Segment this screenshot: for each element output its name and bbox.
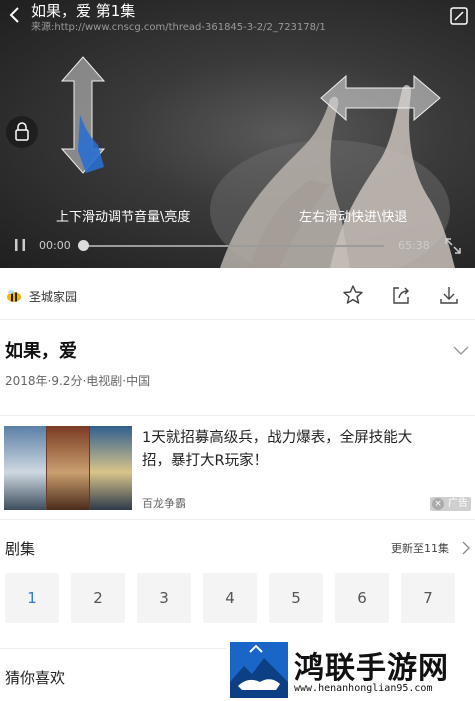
ad-hero-card	[4, 426, 46, 510]
star-icon[interactable]	[342, 284, 364, 306]
recommendations-heading: 猜你喜欢	[5, 669, 66, 687]
chevron-down-icon[interactable]	[452, 342, 470, 356]
close-icon[interactable]: ×	[432, 498, 444, 510]
current-time: 00:00	[39, 239, 71, 252]
ad-brand: 百龙争霸	[142, 497, 186, 510]
episode-item[interactable]: 5	[269, 573, 323, 623]
ad-badge-label: 广告	[448, 498, 468, 509]
episode-item[interactable]: 3	[137, 573, 191, 623]
ad-hero-card	[47, 426, 89, 510]
episode-item[interactable]: 2	[71, 573, 125, 623]
seek-hint: 左右滑动快进\快退	[299, 210, 408, 225]
video-source-url: 来源:http://www.cnscg.com/thread-361845-3-…	[31, 22, 326, 33]
watermark-logo-icon	[230, 642, 288, 698]
pause-icon[interactable]	[12, 237, 28, 253]
episode-item[interactable]: 6	[335, 573, 389, 623]
divider	[0, 648, 230, 649]
ad-image[interactable]	[4, 426, 132, 510]
chevron-right-icon[interactable]	[461, 540, 471, 555]
seek-thumb[interactable]	[78, 240, 89, 251]
seek-bar[interactable]	[83, 245, 384, 247]
watermark: 鸿联手游网 www.henanhonglian95.com	[226, 640, 475, 701]
watermark-title: 鸿联手游网	[294, 651, 449, 686]
ad-hero-card	[90, 426, 132, 510]
episode-list: 1234567	[5, 573, 475, 623]
download-icon[interactable]	[438, 284, 460, 306]
episode-item[interactable]: 7	[401, 573, 455, 623]
total-time: 65:38	[398, 239, 430, 252]
episode-item[interactable]: 4	[203, 573, 257, 623]
ad-text[interactable]: 1天就招募高级兵，战力爆表，全屏技能大招，暴打大R玩家！	[142, 427, 438, 473]
source-logo-icon	[5, 288, 23, 302]
vertical-swipe-hint-icon	[58, 55, 108, 175]
back-button[interactable]	[6, 4, 24, 26]
ad-banner[interactable]: 1天就招募高级兵，战力爆表，全屏技能大招，暴打大R玩家！ 百龙争霸 × 广告	[0, 415, 475, 520]
volume-brightness-hint: 上下滑动调节音量\亮度	[56, 210, 191, 225]
show-title: 如果，爱	[5, 341, 77, 362]
source-bar: 圣城家园	[0, 268, 475, 320]
show-meta: 2018年·9.2分·电视剧·中国	[5, 374, 151, 388]
episode-item[interactable]: 1	[5, 573, 59, 623]
share-icon[interactable]	[390, 284, 412, 306]
ad-badge[interactable]: × 广告	[430, 497, 471, 511]
horizontal-swipe-hint-icon	[318, 72, 443, 124]
lock-icon[interactable]	[6, 116, 38, 148]
watermark-url: www.henanhonglian95.com	[294, 683, 433, 694]
video-player[interactable]: 如果，爱 第1集 来源:http://www.cnscg.com/thread-…	[0, 0, 475, 268]
edit-icon[interactable]	[449, 6, 469, 26]
source-name[interactable]: 圣城家园	[29, 288, 77, 305]
video-detail-page: 如果，爱 第1集 来源:http://www.cnscg.com/thread-…	[0, 0, 475, 701]
fullscreen-icon[interactable]	[444, 237, 462, 255]
episodes-update-link[interactable]: 更新至11集	[391, 540, 449, 556]
episodes-heading: 剧集	[5, 540, 36, 558]
